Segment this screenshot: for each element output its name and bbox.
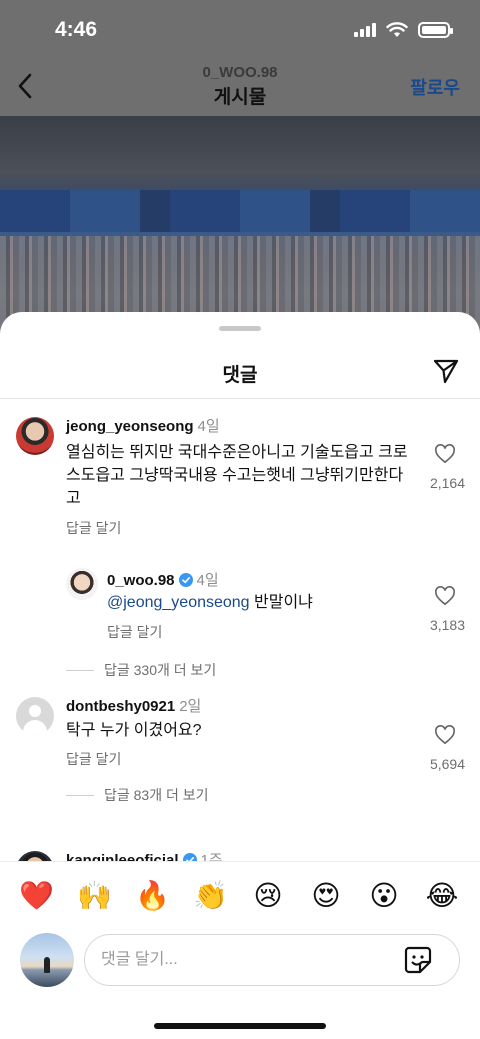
comment-username-text: dontbeshy0921	[66, 698, 176, 715]
sticker-icon[interactable]	[403, 945, 433, 975]
reply-button[interactable]: 답글 달기	[107, 622, 162, 642]
comment-username-text: jeong_yeonseong	[66, 418, 194, 435]
verified-badge-icon	[182, 853, 197, 861]
emoji-raised-hands-button[interactable]: 🙌	[77, 879, 112, 913]
status-bar: 4:46	[0, 0, 480, 60]
like-count: 3,183	[429, 617, 465, 633]
emoji-crying-button[interactable]: 😢	[251, 879, 285, 913]
wifi-icon	[386, 22, 408, 37]
comment-time: 4일	[196, 572, 219, 589]
view-replies-label: 답글 83개 더 보기	[104, 787, 209, 803]
comment-time: 1주	[200, 852, 223, 861]
comment-list[interactable]: jeong_yeonseong 4일 열심히는 뛰지만 국대수준은아니고 기술도읍…	[0, 398, 480, 861]
mention-link[interactable]: @jeong_yeonseong	[107, 594, 250, 611]
view-replies-button[interactable]: 답글 83개 더 보기	[66, 785, 209, 805]
comment-username[interactable]: 0_woo.98 4일	[107, 569, 219, 590]
post-author-name: 0_WOO.98	[202, 64, 278, 81]
emoji-surprised-button[interactable]: 😮	[367, 879, 401, 913]
comment-username[interactable]: kanginleeoficial 1주	[66, 849, 223, 861]
comment-username-text: kanginleeoficial	[66, 852, 179, 861]
avatar[interactable]	[66, 568, 98, 600]
cellular-signal-icon	[354, 23, 376, 37]
follow-button[interactable]: 팔로우	[410, 74, 460, 100]
comment-username[interactable]: jeong_yeonseong 4일	[66, 415, 220, 436]
like-count: 2,164	[429, 475, 465, 491]
emoji-reaction-bar: ❤️ 🙌 🔥 👏 😢 😍 😮 😂	[0, 861, 480, 933]
my-avatar	[20, 933, 74, 987]
like-count: 5,694	[429, 756, 465, 772]
status-icons	[354, 22, 453, 38]
heart-icon[interactable]	[434, 725, 456, 745]
comment-text: @jeong_yeonseong 반말이냐	[107, 591, 417, 614]
battery-icon	[418, 22, 453, 38]
reply-button[interactable]: 답글 달기	[66, 518, 121, 538]
post-nav-bar: 0_WOO.98 게시물 팔로우	[0, 60, 480, 116]
comment-item: dontbeshy0921 2일 탁구 누가 이겼어요? 답글 달기 5,694 …	[0, 683, 480, 823]
avatar[interactable]	[16, 851, 54, 861]
comment-item: kanginleeoficial 1주	[0, 823, 480, 861]
default-avatar-icon[interactable]	[16, 697, 54, 735]
heart-icon[interactable]	[434, 444, 456, 464]
comments-sheet: 댓글 jeong_yeonseong 4일 열심히는 뛰지만 국대수준은아니고 기…	[0, 312, 480, 1039]
comment-input-row	[0, 933, 480, 1005]
sheet-grabber[interactable]	[219, 326, 261, 331]
reply-button[interactable]: 답글 달기	[66, 749, 121, 769]
comment-username-text: 0_woo.98	[107, 572, 175, 589]
comment-text-body: 반말이냐	[249, 594, 313, 611]
status-time: 4:46	[55, 18, 98, 41]
heart-icon[interactable]	[434, 586, 456, 606]
verified-badge-icon	[178, 573, 193, 587]
emoji-heart-button[interactable]: ❤️	[19, 879, 54, 913]
emoji-clapping-button[interactable]: 👏	[193, 879, 228, 913]
emoji-heart-eyes-button[interactable]: 😍	[309, 879, 343, 913]
reply-comment-item: 0_woo.98 4일 @jeong_yeonseong 반말이냐 답글 달기 3…	[0, 538, 480, 683]
comment-item: jeong_yeonseong 4일 열심히는 뛰지만 국대수준은아니고 기술도읍…	[0, 398, 480, 538]
emoji-fire-button[interactable]: 🔥	[135, 879, 170, 913]
comment-time: 2일	[179, 698, 202, 715]
share-icon[interactable]	[432, 357, 460, 385]
avatar[interactable]	[16, 417, 54, 455]
home-indicator	[154, 1023, 326, 1029]
view-replies-button[interactable]: 답글 330개 더 보기	[66, 660, 216, 680]
view-replies-label: 답글 330개 더 보기	[104, 662, 217, 678]
page-title: 게시물	[213, 87, 267, 108]
comment-text: 열심히는 뛰지만 국대수준은아니고 기술도읍고 크로스도읍고 그냥딱국내용 수고…	[66, 444, 408, 507]
comment-time: 4일	[197, 418, 220, 435]
comment-username[interactable]: dontbeshy0921 2일	[66, 695, 201, 716]
sheet-title: 댓글	[222, 365, 258, 386]
emoji-laughing-button[interactable]: 😂	[425, 879, 459, 913]
comment-text: 탁구 누가 이겼어요?	[66, 722, 202, 739]
